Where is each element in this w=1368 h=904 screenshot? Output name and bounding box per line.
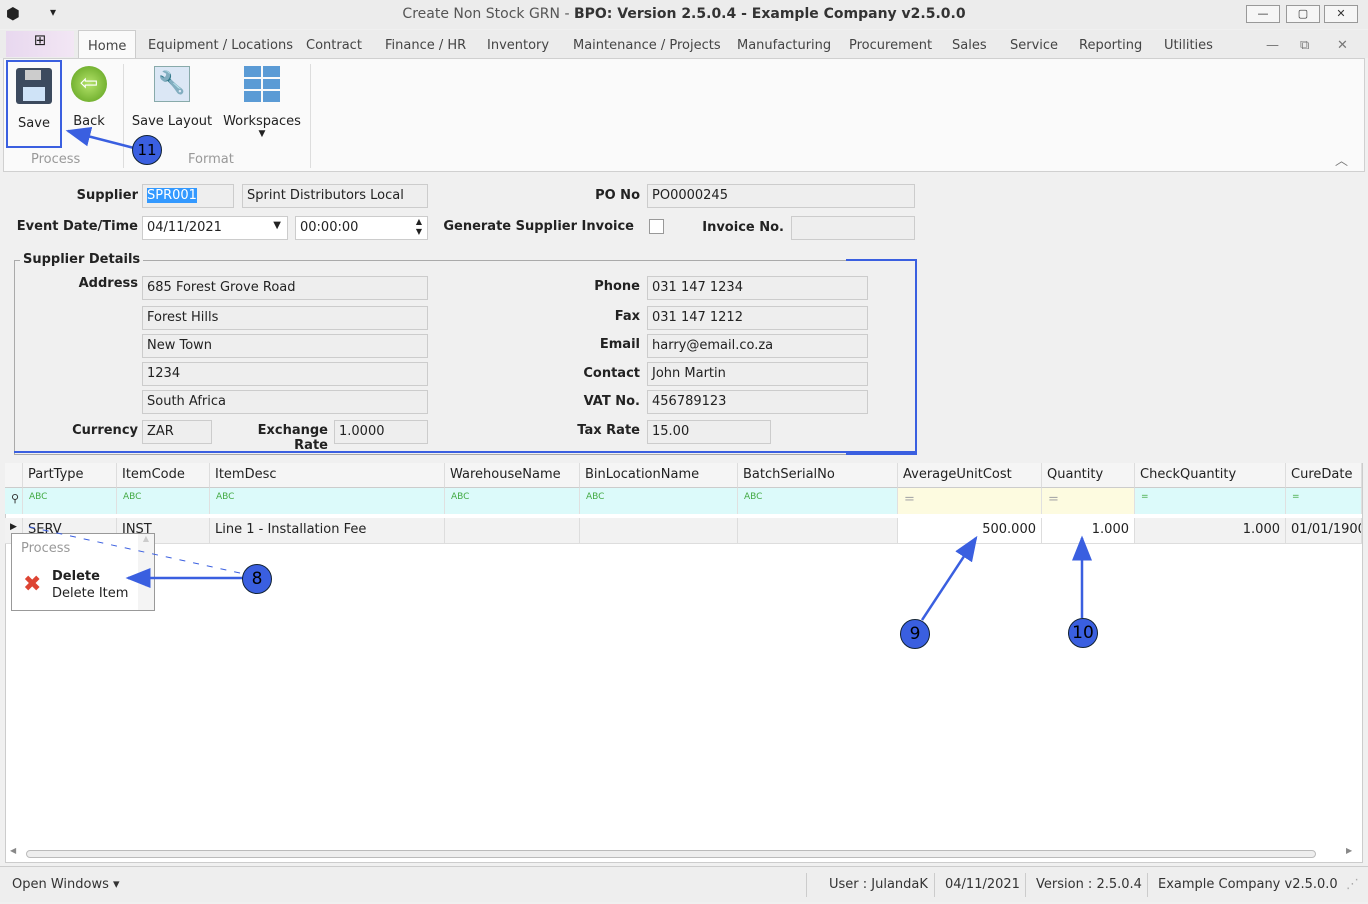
status-date: 04/11/2021 [945,877,1020,892]
status-divider [934,873,935,897]
status-company: Example Company v2.5.0.0 [1158,877,1338,892]
callout-11: 11 [132,135,162,165]
callout-9: 9 [900,619,930,649]
status-user: User : JulandaK [829,877,928,892]
callout-8: 8 [242,564,272,594]
status-divider [806,873,807,897]
status-divider [1147,873,1148,897]
arrow-11 [65,126,135,150]
arrow-9 [920,535,978,621]
status-bar: Open Windows ▾ User : JulandaK 04/11/202… [0,866,1368,902]
status-version: Version : 2.5.0.4 [1036,877,1142,892]
annotation-arrows [24,126,1092,621]
status-divider [1025,873,1026,897]
dashed-line [24,525,241,574]
resize-grip-icon[interactable]: ⋰ [1346,877,1359,892]
open-windows-button[interactable]: Open Windows ▾ [12,877,120,892]
callout-10: 10 [1068,618,1098,648]
